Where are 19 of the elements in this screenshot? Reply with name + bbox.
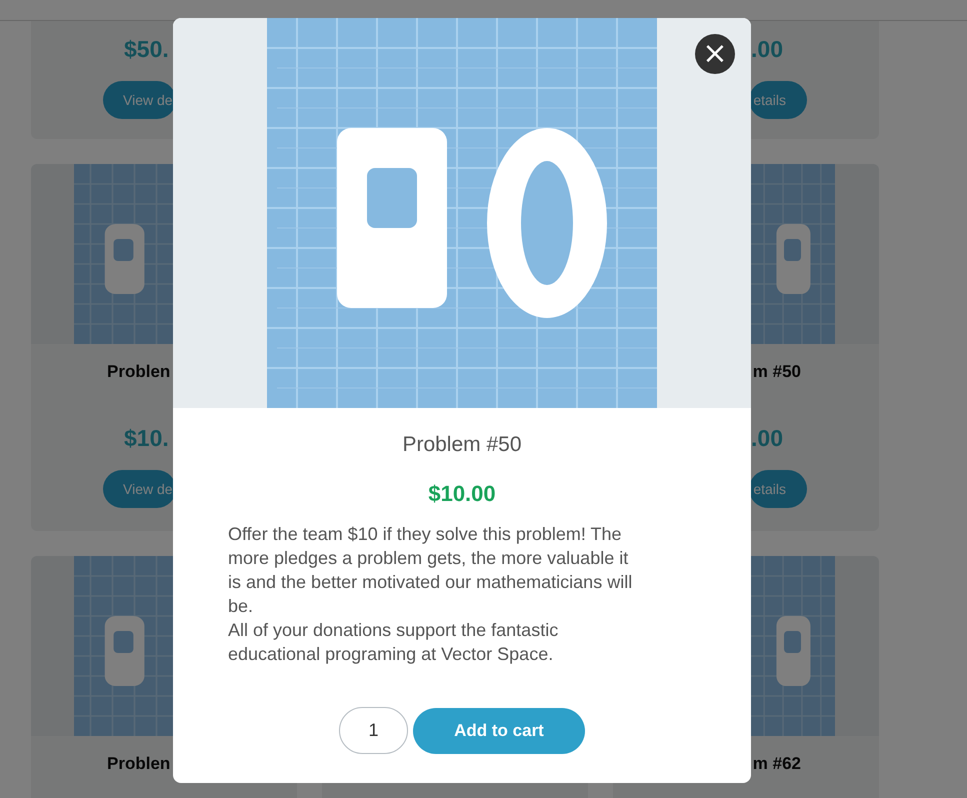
product-price: .00 xyxy=(751,35,784,63)
product-title: m #62 xyxy=(752,754,802,774)
product-title: Problen xyxy=(106,362,170,382)
view-details-button[interactable]: View de xyxy=(103,470,176,508)
product-price: $50. xyxy=(123,35,169,63)
dialog-title: Problem #50 xyxy=(402,432,522,458)
view-details-button[interactable]: etails xyxy=(749,81,807,119)
view-details-button[interactable]: etails xyxy=(749,470,807,508)
product-title: m #50 xyxy=(752,362,802,382)
add-to-cart-button[interactable]: Add to cart xyxy=(413,708,585,754)
description-text: Offer the team $10 if they solve this problem! The more pledges a problem gets, the more valuable it is and the better motivated our mathematicians will be. xyxy=(228,523,634,618)
description-text: All of your donations support the fantastic educational programing at Vector Space. xyxy=(228,619,560,666)
product-price: $10. xyxy=(123,424,169,452)
product-price: .00 xyxy=(751,424,784,452)
product-title: Problen xyxy=(106,754,170,774)
close-button[interactable]: × xyxy=(695,34,735,74)
dialog-price: $10.00 xyxy=(428,480,496,508)
view-details-button[interactable]: View de xyxy=(103,81,176,119)
quantity-field[interactable]: 1 xyxy=(339,707,408,754)
